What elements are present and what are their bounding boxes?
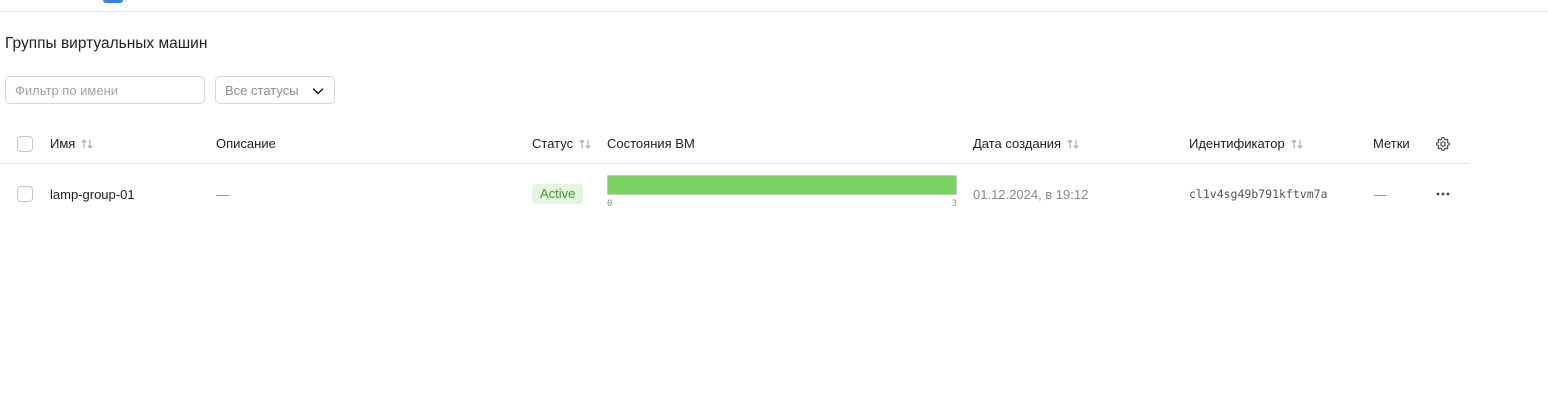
column-header-status[interactable]: Статус: [532, 124, 592, 163]
column-header-vm-states: Состояния ВМ: [607, 124, 695, 163]
select-all-cell: [17, 124, 33, 163]
row-actions-button[interactable]: [1433, 164, 1453, 224]
column-header-id-label: Идентификатор: [1189, 136, 1285, 151]
column-header-labels-label: Метки: [1373, 136, 1410, 151]
sort-arrows-icon[interactable]: [1066, 137, 1080, 151]
row-select-cell: [17, 164, 33, 224]
active-tab-indicator: [103, 0, 123, 3]
name-filter-input[interactable]: [5, 76, 205, 104]
column-header-description: Описание: [216, 124, 276, 163]
sort-arrows-icon[interactable]: [80, 137, 94, 151]
status-filter-select[interactable]: Все статусы: [215, 76, 335, 104]
column-header-description-label: Описание: [216, 136, 276, 151]
column-header-created[interactable]: Дата создания: [973, 124, 1080, 163]
vm-states-min-label: 0: [607, 199, 613, 209]
row-created-date: 01.12.2024, в 19:12: [973, 186, 1089, 202]
column-header-name-label: Имя: [50, 136, 76, 151]
sort-arrows-icon[interactable]: [578, 137, 592, 151]
status-filter-value: Все статусы: [225, 82, 299, 98]
sort-arrows-icon[interactable]: [1290, 137, 1304, 151]
top-tab-strip: [0, 0, 1548, 12]
row-name[interactable]: lamp-group-01: [50, 164, 135, 224]
page-title: Группы виртуальных машин: [5, 35, 208, 52]
row-description: —: [216, 186, 229, 202]
row-labels: —: [1374, 186, 1387, 202]
column-header-name[interactable]: Имя: [50, 124, 94, 163]
vm-states-running-fill: [608, 176, 956, 194]
vm-states-max-label: 3: [951, 199, 957, 209]
more-horizontal-icon: [1436, 192, 1450, 196]
column-header-vm-states-label: Состояния ВМ: [607, 136, 695, 151]
column-header-id[interactable]: Идентификатор: [1189, 124, 1304, 163]
table-header: Имя Описание Статус Состояния ВМ Дата со…: [0, 124, 1470, 164]
vm-states-bar: 0 3: [607, 175, 957, 211]
gear-icon: [1436, 136, 1450, 151]
column-header-created-label: Дата создания: [973, 136, 1062, 151]
row-id: cl1v4sg49b791kftvm7a: [1189, 187, 1328, 201]
column-header-status-label: Статус: [532, 136, 574, 151]
status-badge: Active: [532, 184, 584, 204]
table-row[interactable]: lamp-group-01 — Active 0 3 01.12.2024, в…: [0, 164, 1470, 224]
chevron-down-icon: [312, 88, 324, 95]
table-settings-button[interactable]: [1434, 124, 1452, 163]
row-status-cell: Active: [532, 164, 584, 224]
select-all-checkbox[interactable]: [17, 135, 33, 152]
vm-states-track: [607, 175, 957, 195]
row-select-checkbox[interactable]: [17, 186, 33, 202]
column-header-labels: Метки: [1373, 124, 1410, 163]
